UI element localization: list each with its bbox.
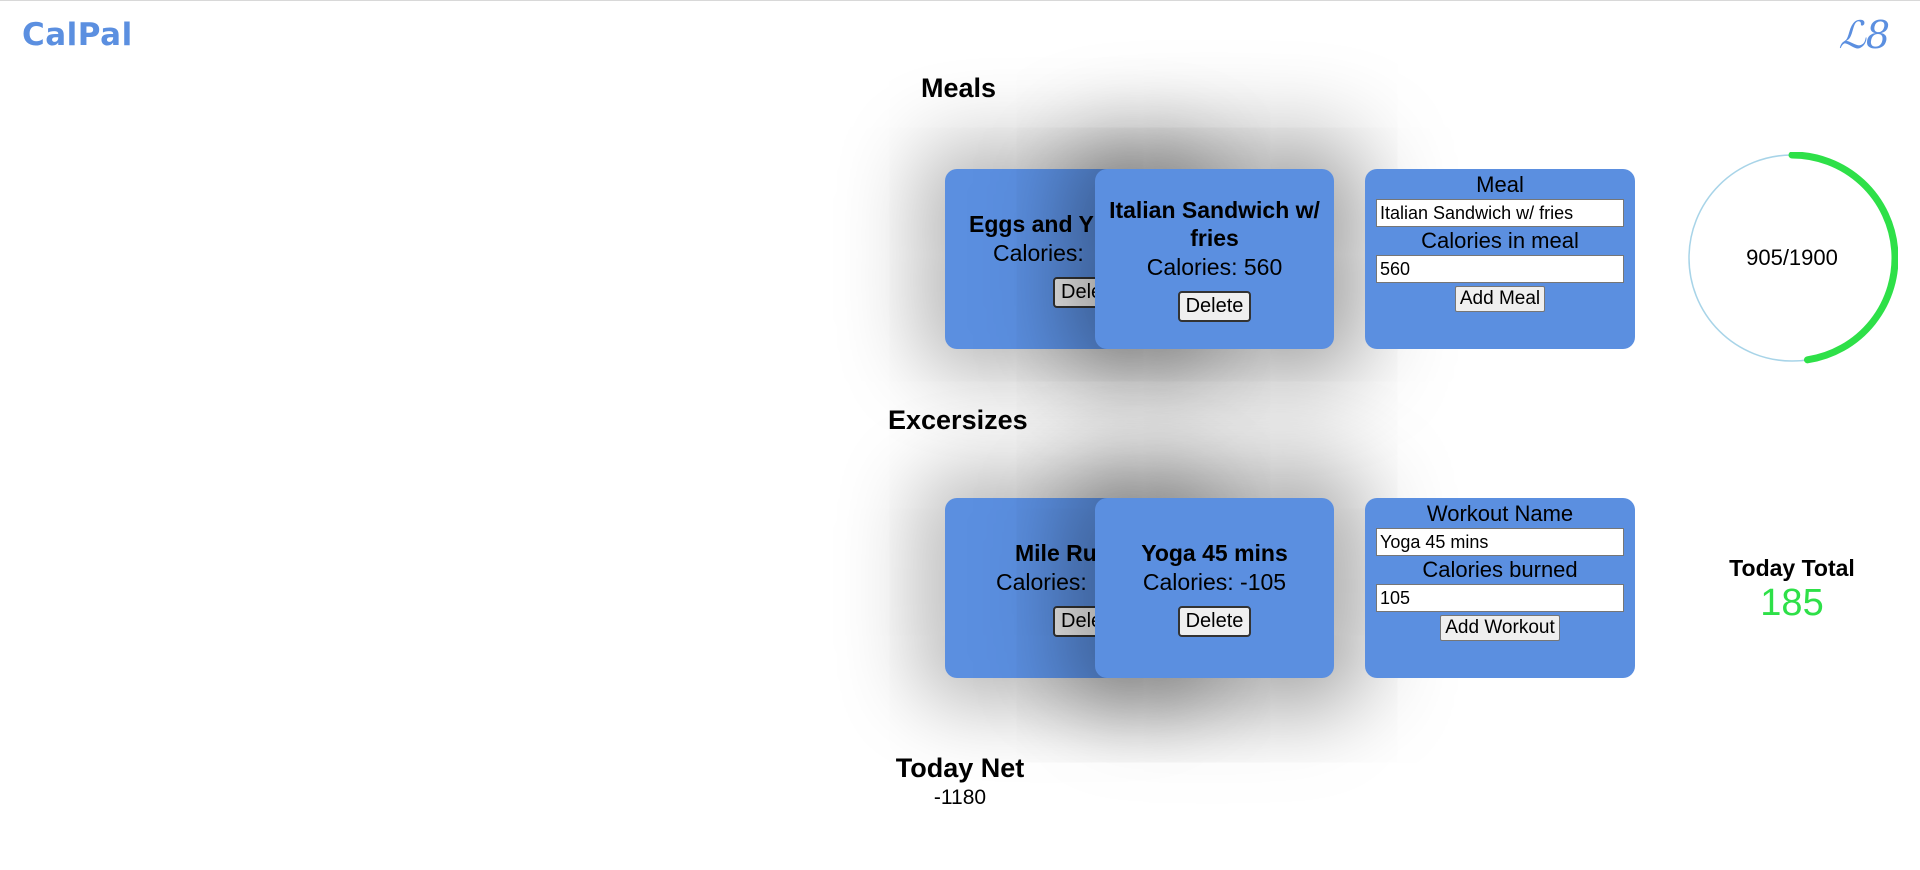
add-workout-button[interactable]: Add Workout: [1440, 615, 1560, 641]
meals-title: Meals: [921, 73, 997, 103]
exercise-calories: Calories: -105: [1142, 569, 1287, 595]
meal-name: Italian Sandwich w/ fries: [1109, 197, 1320, 251]
calories-burned-input[interactable]: [1376, 584, 1624, 612]
meal-calories-input[interactable]: [1376, 255, 1624, 283]
app-logo[interactable]: CalPal: [22, 17, 133, 53]
meal-name-input[interactable]: [1376, 199, 1624, 227]
workout-name-input[interactable]: [1376, 528, 1624, 556]
today-net: Today Net -1180: [880, 753, 1040, 810]
delete-meal-button[interactable]: Delete: [1177, 291, 1252, 322]
user-monogram-icon[interactable]: ℒ8: [1838, 13, 1890, 57]
today-total-value: 185: [1760, 582, 1824, 624]
exercises-title: Excersizes: [888, 405, 1028, 435]
progress-text: 905/1900: [1746, 245, 1838, 270]
exercise-card: Yoga 45 mins Calories: -105 Delete: [1095, 498, 1334, 678]
add-meal-button[interactable]: Add Meal: [1454, 286, 1546, 312]
add-meal-form: Meal Calories in meal Add Meal: [1365, 169, 1635, 349]
calories-burned-label: Calories burned: [1422, 557, 1578, 582]
add-workout-form: Workout Name Calories burned Add Workout: [1365, 498, 1635, 678]
today-net-value: -1180: [933, 786, 987, 809]
meal-calories-label: Calories in meal: [1421, 228, 1579, 253]
delete-exercise-button[interactable]: Delete: [1177, 606, 1252, 637]
today-net-label: Today Net: [895, 753, 1025, 783]
meal-name-label: Meal: [1476, 172, 1524, 197]
meal-calories: Calories: 560: [1146, 254, 1283, 280]
meal-card: Italian Sandwich w/ fries Calories: 560 …: [1095, 169, 1334, 349]
exercise-name: Yoga 45 mins: [1141, 540, 1288, 566]
today-total: Today Total 185: [1706, 555, 1878, 624]
app-page: CalPal ℒ8 Meals Eggs and Y Calories: Del…: [0, 0, 1920, 870]
today-total-label: Today Total: [1729, 555, 1855, 581]
workout-name-label: Workout Name: [1426, 501, 1574, 526]
